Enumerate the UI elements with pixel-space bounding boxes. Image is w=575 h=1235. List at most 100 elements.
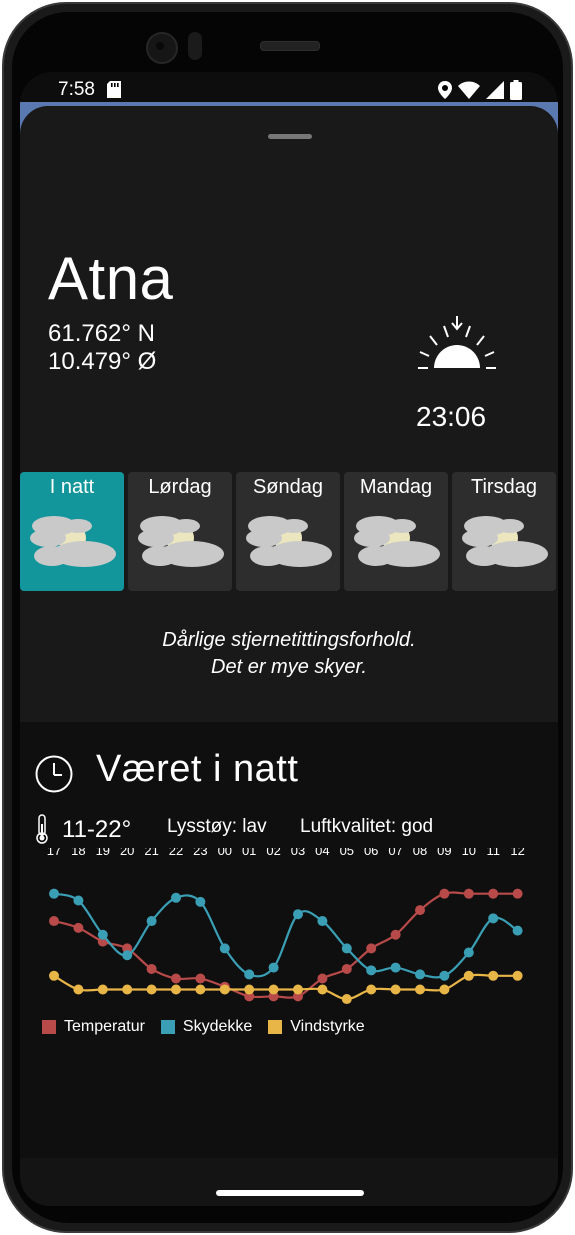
day-label: Lørdag <box>148 476 212 498</box>
air-quality: Luftkvalitet: god <box>300 816 434 837</box>
data-point-vindstyrke <box>146 984 157 995</box>
hourly-chart: 17 18 19 20 21 22 23 00 01 02 03 04 05 06 07 08 09 10 11 12 <box>47 848 525 1005</box>
data-point-vindstyrke <box>73 984 84 995</box>
partly-cloudy-night-icon <box>134 516 226 573</box>
status-icons <box>438 80 522 100</box>
hour-tick-label: 23 <box>193 848 207 858</box>
data-point-temperatur <box>341 963 352 974</box>
legend-swatch <box>268 1020 283 1034</box>
clock-icon <box>35 755 73 793</box>
data-point-vindstyrke <box>244 984 255 995</box>
data-point-skydekke <box>268 962 279 973</box>
phone-frame: 7:58 Atna 61.762° N 10.479° Ø 23:06 I na… <box>0 0 575 1235</box>
proximity-sensor <box>188 32 202 60</box>
hour-tick-label: 04 <box>315 848 329 858</box>
day-card-2[interactable]: Søndag <box>236 472 340 591</box>
data-point-vindstyrke <box>317 984 328 995</box>
hour-tick-label: 03 <box>291 848 305 858</box>
data-point-skydekke <box>171 892 181 903</box>
location-icon <box>438 81 452 99</box>
data-point-skydekke <box>73 895 84 906</box>
tonight-section: Været i natt 11-22° Lysstøy: lav Luftkva… <box>20 722 558 1158</box>
data-point-temperatur <box>171 973 181 984</box>
data-point-skydekke <box>97 929 108 940</box>
battery-icon <box>510 80 522 100</box>
longitude: 10.479° Ø <box>48 348 157 375</box>
data-point-skydekke <box>293 909 303 920</box>
series-line-skydekke <box>53 892 519 979</box>
hour-tick-label: 09 <box>437 848 451 858</box>
data-point-vindstyrke <box>390 984 401 995</box>
hour-tick-label: 02 <box>266 848 280 858</box>
day-label: Tirsdag <box>471 476 537 498</box>
day-card-3[interactable]: Mandag <box>344 472 448 591</box>
front-camera <box>146 32 178 64</box>
data-point-vindstyrke <box>195 984 206 995</box>
status-bar: 7:58 <box>20 72 558 106</box>
chart-legend: Temperatur Skydekke Vindstyrke <box>42 1018 365 1036</box>
data-point-temperatur <box>366 943 377 954</box>
day-card-4[interactable]: Tirsdag <box>452 472 556 591</box>
day-label: Søndag <box>252 476 324 498</box>
data-point-vindstyrke <box>512 970 523 981</box>
data-point-temperatur <box>488 888 499 899</box>
data-point-vindstyrke <box>366 984 377 995</box>
data-point-skydekke <box>341 943 352 954</box>
hour-tick-label: 06 <box>364 848 378 858</box>
hour-tick-label: 07 <box>388 848 402 858</box>
hour-tick-label: 19 <box>96 848 110 858</box>
legend-label: Skydekke <box>182 1018 253 1035</box>
hour-tick-label: 08 <box>413 848 427 858</box>
legend-item-vindstyrke: Vindstyrke <box>268 1018 365 1036</box>
data-point-vindstyrke <box>171 984 181 995</box>
data-point-skydekke <box>244 969 255 980</box>
data-point-vindstyrke <box>97 984 108 995</box>
hour-tick-label: 10 <box>462 848 476 858</box>
legend-swatch <box>42 1020 56 1034</box>
legend-swatch <box>160 1020 175 1034</box>
data-point-temperatur <box>146 963 157 974</box>
hour-tick-label: 21 <box>144 848 158 858</box>
data-point-temperatur <box>73 922 84 933</box>
data-point-skydekke <box>512 925 523 936</box>
data-point-temperatur <box>415 905 425 916</box>
hour-tick-label: 18 <box>71 848 85 858</box>
legend-item-skydekke: Skydekke <box>160 1018 253 1036</box>
hour-tick-label: 01 <box>242 848 256 858</box>
data-point-temperatur <box>49 916 59 927</box>
sheet-drag-handle[interactable] <box>268 134 312 139</box>
data-point-vindstyrke <box>488 970 499 981</box>
data-point-skydekke <box>488 913 499 924</box>
data-point-temperatur <box>463 888 474 899</box>
data-point-vindstyrke <box>415 984 425 995</box>
data-point-temperatur <box>195 973 206 984</box>
sunset-time: 23:06 <box>416 401 487 432</box>
screen: 7:58 Atna 61.762° N 10.479° Ø 23:06 I na… <box>20 72 558 1206</box>
hour-tick-label: 05 <box>340 848 354 858</box>
data-point-vindstyrke <box>268 984 279 995</box>
sd-card-icon <box>107 81 121 98</box>
day-card-1[interactable]: Lørdag <box>128 472 232 591</box>
partly-cloudy-night-icon <box>26 516 118 573</box>
data-point-vindstyrke <box>341 994 352 1005</box>
data-point-vindstyrke <box>49 970 59 981</box>
home-indicator[interactable] <box>216 1190 364 1196</box>
legend-item-temperatur: Temperatur <box>42 1018 145 1036</box>
data-point-skydekke <box>146 916 157 927</box>
data-point-temperatur <box>439 888 450 899</box>
data-point-skydekke <box>219 943 230 954</box>
partly-cloudy-night-icon <box>458 516 550 573</box>
wifi-icon <box>458 81 480 99</box>
thermometer-icon <box>36 814 48 844</box>
hour-tick-label: 00 <box>218 848 232 858</box>
location-sheet[interactable]: Atna 61.762° N 10.479° Ø 23:06 I natt Lør… <box>20 106 558 722</box>
day-label: I natt <box>49 476 95 498</box>
data-point-vindstyrke <box>219 984 230 995</box>
latitude: 61.762° N <box>48 320 156 347</box>
data-point-temperatur <box>390 929 401 940</box>
temperature-range: 11-22° <box>62 816 132 843</box>
hour-tick-label: 12 <box>510 848 524 858</box>
day-card-0[interactable]: I natt <box>20 472 124 591</box>
earpiece-speaker <box>260 41 320 51</box>
status-time: 7:58 <box>58 79 95 100</box>
